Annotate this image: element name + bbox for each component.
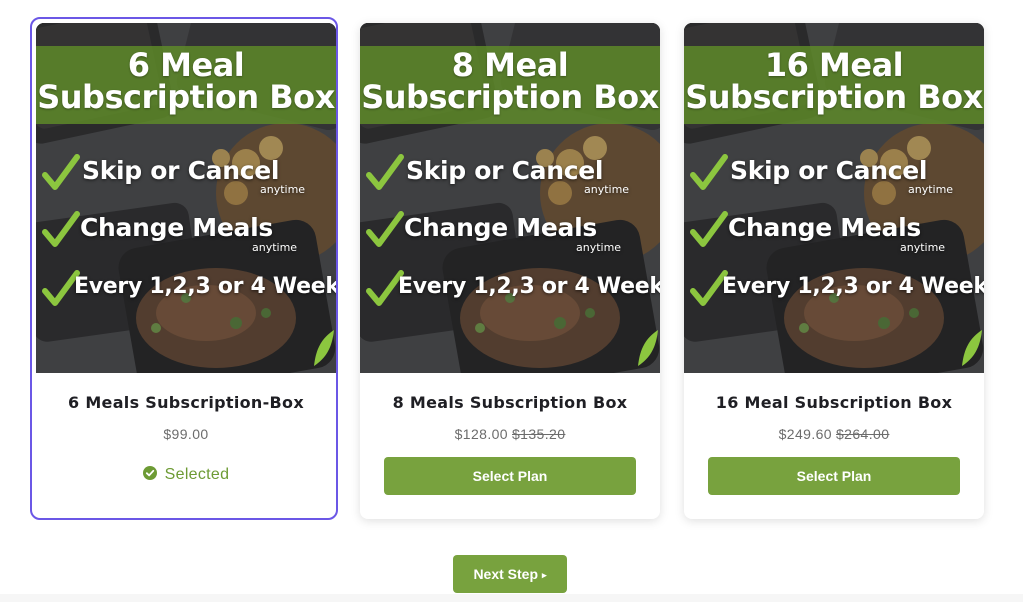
plan-price: $128.00 $135.20 [360,426,660,442]
next-step-button[interactable]: Next Step ▸ [453,555,567,593]
current-price: $99.00 [163,426,209,442]
original-price: $135.20 [512,426,566,442]
plan-card-16-meal[interactable]: 16 Meal Subscription Box Skip or Cancel … [684,23,984,519]
leaf-icon [962,330,982,366]
plan-banner-title: 16 Meal Subscription Box [685,46,983,116]
plan-image: 6 Meal Subscription Box Skip or Cancel a… [36,23,336,373]
leaf-icon [314,330,334,366]
next-step-label: Next Step [473,566,539,582]
checkmark-icon [366,154,404,190]
feature-change-meals: Change Meals anytime [690,211,984,255]
plan-title: 16 Meal Subscription Box [715,393,953,412]
current-price: $249.60 [778,426,832,442]
feature-frequency: Every 1,2,3 or 4 Weeks [42,270,336,314]
checkmark-icon [366,211,404,247]
checkmark-icon [690,211,728,247]
page-footer-strip [0,594,1023,602]
plan-image: 8 Meal Subscription Box Skip or Cancel a… [360,23,660,373]
plan-card-8-meal[interactable]: 8 Meal Subscription Box Skip or Cancel a… [360,23,660,519]
feature-frequency: Every 1,2,3 or 4 Weeks [690,270,984,314]
current-price: $128.00 [454,426,508,442]
original-price: $264.00 [836,426,890,442]
leaf-icon [638,330,658,366]
caret-right-icon: ▸ [542,570,547,580]
feature-frequency: Every 1,2,3 or 4 Weeks [366,270,660,314]
select-plan-button[interactable]: Select Plan [384,457,636,495]
plan-price: $249.60 $264.00 [684,426,984,442]
plan-card-6-meal[interactable]: 6 Meal Subscription Box Skip or Cancel a… [30,17,338,520]
plan-title: 6 Meals Subscription-Box [68,393,304,412]
plan-title: 8 Meals Subscription Box [392,393,628,412]
plan-banner-title: 8 Meal Subscription Box [361,46,659,116]
check-circle-icon [142,466,157,481]
feature-change-meals: Change Meals anytime [42,211,336,255]
selected-status: Selected [36,466,336,484]
checkmark-icon [42,211,80,247]
feature-skip-cancel: Skip or Cancel anytime [366,154,660,198]
feature-skip-cancel: Skip or Cancel anytime [42,154,336,198]
plan-price: $99.00 [36,426,336,442]
plan-banner-title: 6 Meal Subscription Box [37,46,335,116]
feature-change-meals: Change Meals anytime [366,211,660,255]
checkmark-icon [690,154,728,190]
selected-label-text: Selected [164,466,230,483]
select-plan-button[interactable]: Select Plan [708,457,960,495]
checkmark-icon [42,154,80,190]
plan-image: 16 Meal Subscription Box Skip or Cancel … [684,23,984,373]
feature-skip-cancel: Skip or Cancel anytime [690,154,984,198]
